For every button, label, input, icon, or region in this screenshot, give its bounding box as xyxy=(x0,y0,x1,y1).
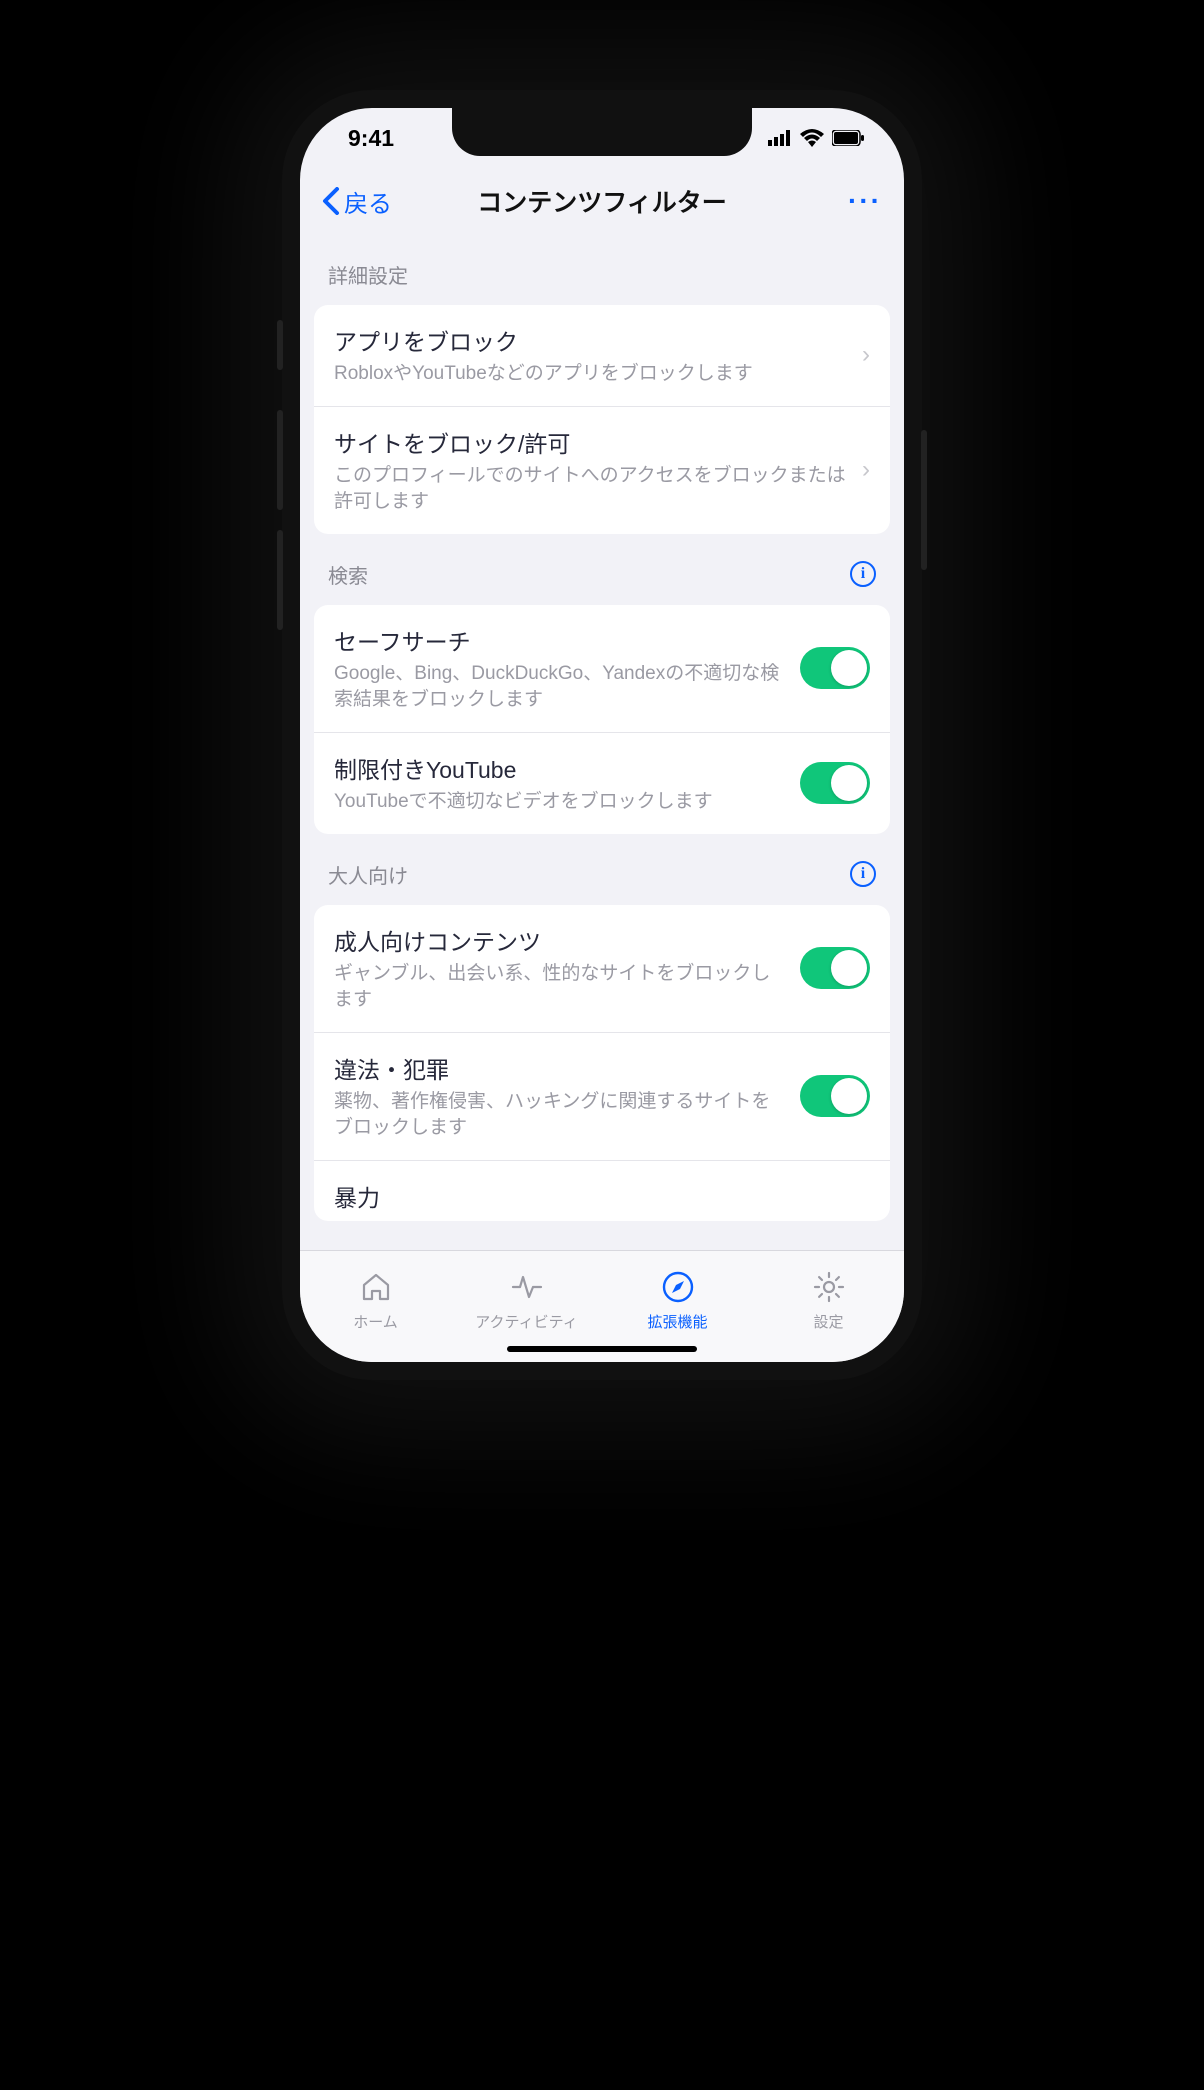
row-text: アプリをブロック RobloxやYouTubeなどのアプリをブロックします xyxy=(334,323,848,388)
section-header-adult: 大人向け i xyxy=(300,834,904,899)
toggle-adult-content[interactable] xyxy=(800,947,870,989)
page-title: コンテンツフィルター xyxy=(432,183,772,219)
row-subtitle: 薬物、著作権侵害、ハッキングに関連するサイトをブロックします xyxy=(334,1089,786,1142)
phone-frame: 9:41 戻る コンテンツフィルター ··· 詳細設定 アプリを xyxy=(282,90,922,1380)
row-title: 暴力 xyxy=(334,1179,870,1213)
volume-up-button xyxy=(277,410,283,510)
volume-down-button xyxy=(277,530,283,630)
tab-home[interactable]: ホーム xyxy=(300,1251,451,1362)
row-subtitle: RobloxやYouTubeなどのアプリをブロックします xyxy=(334,361,848,388)
activity-icon xyxy=(509,1269,545,1305)
section-title: 詳細設定 xyxy=(328,260,408,289)
tab-label: ホーム xyxy=(353,1311,398,1332)
mute-switch xyxy=(277,320,283,370)
wifi-icon xyxy=(800,129,824,147)
row-text: セーフサーチ Google、Bing、DuckDuckGo、Yandexの不適切… xyxy=(334,623,786,714)
back-button[interactable]: 戻る xyxy=(322,184,432,219)
chevron-right-icon: › xyxy=(862,456,870,484)
section-title: 検索 xyxy=(328,560,368,589)
row-illegal: 違法・犯罪 薬物、著作権侵害、ハッキングに関連するサイトをブロックします xyxy=(314,1032,890,1160)
status-time: 9:41 xyxy=(348,125,394,152)
section-title: 大人向け xyxy=(328,860,408,889)
section-header-search: 検索 i xyxy=(300,534,904,599)
row-title: 違法・犯罪 xyxy=(334,1051,786,1085)
row-text: 成人向けコンテンツ ギャンブル、出会い系、性的なサイトをブロックします xyxy=(334,923,786,1014)
toggle-safesearch[interactable] xyxy=(800,647,870,689)
toggle-restricted-youtube[interactable] xyxy=(800,762,870,804)
row-subtitle: このプロフィールでのサイトへのアクセスをブロックまたは許可します xyxy=(334,463,848,516)
group-advanced: アプリをブロック RobloxやYouTubeなどのアプリをブロックします › … xyxy=(314,305,890,534)
row-title: サイトをブロック/許可 xyxy=(334,425,848,459)
nav-bar: 戻る コンテンツフィルター ··· xyxy=(300,168,904,234)
chevron-right-icon: › xyxy=(862,341,870,369)
row-title: 制限付きYouTube xyxy=(334,751,786,785)
group-search: セーフサーチ Google、Bing、DuckDuckGo、Yandexの不適切… xyxy=(314,605,890,834)
tab-label: アクティビティ xyxy=(475,1311,577,1332)
row-subtitle: YouTubeで不適切なビデオをブロックします xyxy=(334,789,786,816)
tab-label: 設定 xyxy=(813,1311,843,1332)
notch xyxy=(452,108,752,156)
compass-icon xyxy=(660,1269,696,1305)
row-violence: 暴力 xyxy=(314,1160,890,1221)
toggle-illegal[interactable] xyxy=(800,1075,870,1117)
more-button[interactable]: ··· xyxy=(772,185,882,217)
chevron-left-icon xyxy=(322,187,340,215)
row-text: サイトをブロック/許可 このプロフィールでのサイトへのアクセスをブロックまたは許… xyxy=(334,425,848,516)
row-title: アプリをブロック xyxy=(334,323,848,357)
row-text: 違法・犯罪 薬物、著作権侵害、ハッキングに関連するサイトをブロックします xyxy=(334,1051,786,1142)
row-subtitle: Google、Bing、DuckDuckGo、Yandexの不適切な検索結果をブ… xyxy=(334,661,786,714)
info-icon[interactable]: i xyxy=(850,861,876,887)
row-title: セーフサーチ xyxy=(334,623,786,657)
tab-settings[interactable]: 設定 xyxy=(753,1251,904,1362)
row-safesearch: セーフサーチ Google、Bing、DuckDuckGo、Yandexの不適切… xyxy=(314,605,890,732)
back-label: 戻る xyxy=(344,184,392,219)
row-restricted-youtube: 制限付きYouTube YouTubeで不適切なビデオをブロックします xyxy=(314,732,890,834)
group-adult: 成人向けコンテンツ ギャンブル、出会い系、性的なサイトをブロックします 違法・犯… xyxy=(314,905,890,1221)
status-icons xyxy=(768,129,864,147)
battery-icon xyxy=(832,130,864,146)
row-block-apps[interactable]: アプリをブロック RobloxやYouTubeなどのアプリをブロックします › xyxy=(314,305,890,406)
row-text: 暴力 xyxy=(334,1179,870,1217)
cellular-icon xyxy=(768,130,792,146)
power-button xyxy=(921,430,927,570)
row-title: 成人向けコンテンツ xyxy=(334,923,786,957)
tab-label: 拡張機能 xyxy=(647,1311,707,1332)
row-block-sites[interactable]: サイトをブロック/許可 このプロフィールでのサイトへのアクセスをブロックまたは許… xyxy=(314,406,890,534)
content-scroll[interactable]: 詳細設定 アプリをブロック RobloxやYouTubeなどのアプリをブロックし… xyxy=(300,234,904,1250)
row-text: 制限付きYouTube YouTubeで不適切なビデオをブロックします xyxy=(334,751,786,816)
home-icon xyxy=(358,1269,394,1305)
row-subtitle: ギャンブル、出会い系、性的なサイトをブロックします xyxy=(334,961,786,1014)
home-indicator[interactable] xyxy=(507,1346,697,1352)
info-icon[interactable]: i xyxy=(850,561,876,587)
screen: 9:41 戻る コンテンツフィルター ··· 詳細設定 アプリを xyxy=(300,108,904,1362)
row-adult-content: 成人向けコンテンツ ギャンブル、出会い系、性的なサイトをブロックします xyxy=(314,905,890,1032)
section-header-advanced: 詳細設定 xyxy=(300,234,904,299)
gear-icon xyxy=(811,1269,847,1305)
